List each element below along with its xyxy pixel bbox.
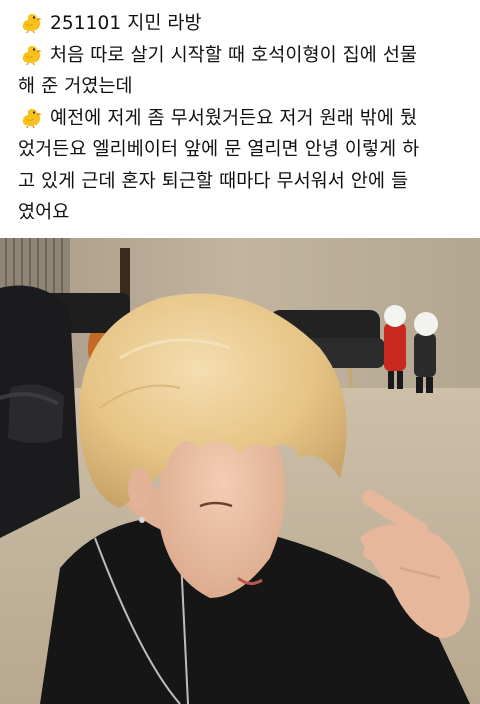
caption-text-block: 251101 지민 라방 처음 따로 살기 시작할 때 호석이형이 집에 선물 … [0, 0, 480, 238]
gaming-chair [0, 285, 80, 538]
baby-chick-icon [18, 11, 44, 34]
baby-chick-icon [18, 106, 44, 128]
earring [139, 517, 145, 523]
caption-line-6-text: 고 있게 근데 혼자 퇴근할 때마다 무서워서 안에 들 [18, 170, 409, 192]
baby-chick-icon [18, 43, 44, 65]
caption-line-2-text: 처음 따로 살기 시작할 때 호석이형이 집에 선물 [50, 44, 418, 66]
caption-line-7-text: 였어요 [18, 202, 70, 223]
caption-line-3-text: 해 준 거였는데 [18, 76, 133, 97]
livestream-photo [0, 238, 480, 704]
caption-line-1: 251101 지민 라방 [18, 8, 462, 40]
caption-line-1-text: 251101 지민 라방 [50, 13, 202, 34]
caption-line-4-text: 예전에 저게 좀 무서웠거든요 저거 원래 밖에 뒀 [50, 107, 418, 129]
caption-line-6: 고 있게 근데 혼자 퇴근할 때마다 무서워서 안에 들 [18, 166, 462, 198]
caption-line-3: 해 준 거였는데 [18, 71, 462, 103]
caption-line-7: 였어요 [18, 197, 462, 229]
caption-line-2: 처음 따로 살기 시작할 때 호석이형이 집에 선물 [18, 40, 462, 72]
caption-line-4: 예전에 저게 좀 무서웠거든요 저거 원래 밖에 뒀 [18, 103, 462, 135]
livestream-scene [0, 238, 480, 704]
caption-line-5: 었거든요 엘리베이터 앞에 문 열리면 안녕 이렇게 하 [18, 134, 462, 166]
caption-line-5-text: 었거든요 엘리베이터 앞에 문 열리면 안녕 이렇게 하 [18, 139, 420, 160]
